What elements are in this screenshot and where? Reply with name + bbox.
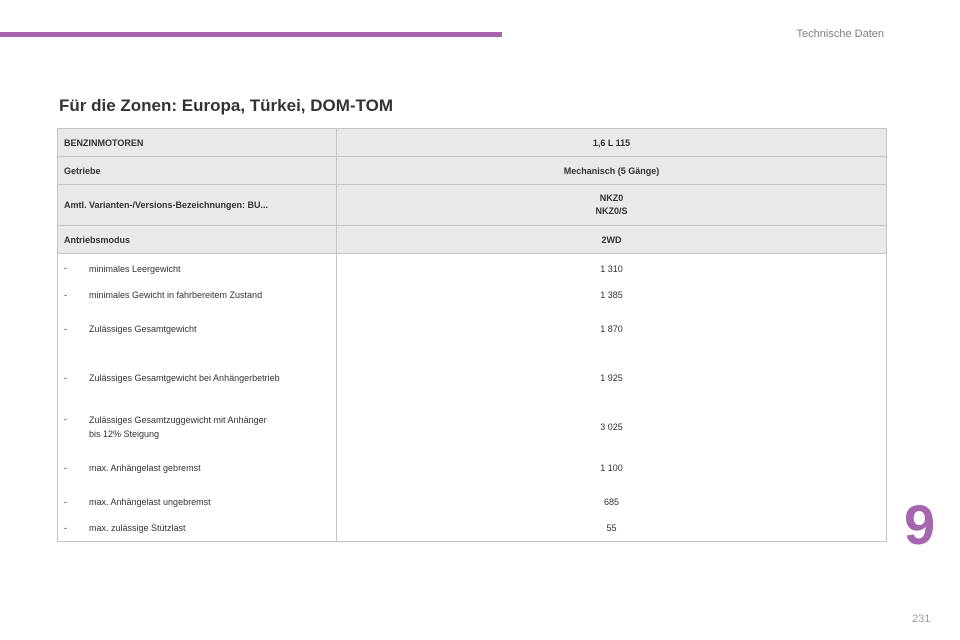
row-label: minimales Leergewicht: [89, 263, 181, 274]
header-value: 2WD: [336, 225, 887, 254]
bullet-dash: -: [64, 523, 67, 534]
row-label: Zulässiges Gesamtgewicht bei Anhängerbet…: [89, 372, 280, 383]
page-title: Für die Zonen: Europa, Türkei, DOM-TOM: [59, 96, 394, 115]
header-label: Getriebe: [57, 156, 337, 185]
row-value: 1 385: [336, 281, 887, 308]
row-label: Zulässiges Gesamtzuggewicht mit Anhänger: [89, 414, 267, 425]
row-label: max. zulässige Stützlast: [89, 523, 186, 534]
top-accent-bar: [0, 32, 502, 37]
row-label-continuation: bis 12% Steigung: [89, 428, 160, 439]
bullet-dash: -: [64, 496, 67, 507]
row-label-cell: - max. Anhängelast gebremst: [57, 447, 337, 488]
spec-table: BENZINMOTOREN 1,6 L 115 Getriebe Mechani…: [57, 128, 887, 542]
page-number: 231: [912, 613, 931, 625]
row-value: 1 100: [336, 447, 887, 488]
header-label: Antriebsmodus: [57, 225, 337, 254]
table-header-row: BENZINMOTOREN 1,6 L 115: [57, 128, 887, 157]
row-value: 1 310: [336, 253, 887, 282]
section-label: Technische Daten: [796, 28, 884, 40]
row-label: minimales Gewicht in fahrbereitem Zustan…: [89, 289, 263, 300]
header-value: 1,6 L 115: [336, 128, 887, 157]
bullet-dash: -: [64, 262, 67, 273]
row-value: 55: [336, 515, 887, 542]
row-label-cell: - Zulässiges Gesamtgewicht: [57, 307, 337, 350]
bullet-dash: -: [64, 372, 67, 383]
header-value: NKZ0 NKZ0/S: [336, 184, 887, 226]
variant-code: NKZ0: [599, 193, 624, 203]
variant-code: NKZ0/S: [595, 206, 628, 216]
header-value: Mechanisch (5 Gänge): [336, 156, 887, 185]
row-label-cell: - Zulässiges Gesamtgewicht bei Anhängerb…: [57, 349, 337, 406]
table-row: - max. Anhängelast gebremst 1 100: [57, 447, 887, 488]
row-value: 1 870: [336, 307, 887, 350]
table-row: - Zulässiges Gesamtgewicht 1 870: [57, 307, 887, 350]
bullet-dash: -: [64, 289, 67, 300]
table-row: - max. Anhängelast ungebremst 685: [57, 487, 887, 516]
bullet-dash: -: [64, 462, 67, 473]
chapter-number: 9: [904, 493, 936, 556]
row-label-cell: - minimales Gewicht in fahrbereitem Zust…: [57, 281, 337, 308]
row-value: 1 925: [336, 349, 887, 406]
table-row: - minimales Gewicht in fahrbereitem Zust…: [57, 281, 887, 308]
row-label-cell: - minimales Leergewicht: [57, 253, 337, 282]
bullet-dash: -: [64, 323, 67, 334]
row-label: max. Anhängelast gebremst: [89, 462, 201, 473]
table-row: - max. zulässige Stützlast 55: [57, 515, 887, 542]
row-value: 3 025: [336, 405, 887, 448]
table-header-row: Getriebe Mechanisch (5 Gänge): [57, 156, 887, 185]
table-row: - Zulässiges Gesamtzuggewicht mit Anhäng…: [57, 405, 887, 448]
row-label: max. Anhängelast ungebremst: [89, 496, 211, 507]
header-label: Amtl. Varianten-/Versions-Bezeichnungen:…: [57, 184, 337, 226]
header-label: BENZINMOTOREN: [57, 128, 337, 157]
row-label: Zulässiges Gesamtgewicht: [89, 323, 197, 334]
row-label-cell: - max. zulässige Stützlast: [57, 515, 337, 542]
bullet-dash: -: [64, 413, 67, 424]
row-value: 685: [336, 487, 887, 516]
row-label-cell: - max. Anhängelast ungebremst: [57, 487, 337, 516]
table-row: - minimales Leergewicht 1 310: [57, 253, 887, 282]
row-label-cell: - Zulässiges Gesamtzuggewicht mit Anhäng…: [57, 405, 337, 448]
table-row: - Zulässiges Gesamtgewicht bei Anhängerb…: [57, 349, 887, 406]
table-header-row: Antriebsmodus 2WD: [57, 225, 887, 254]
table-header-row: Amtl. Varianten-/Versions-Bezeichnungen:…: [57, 184, 887, 226]
